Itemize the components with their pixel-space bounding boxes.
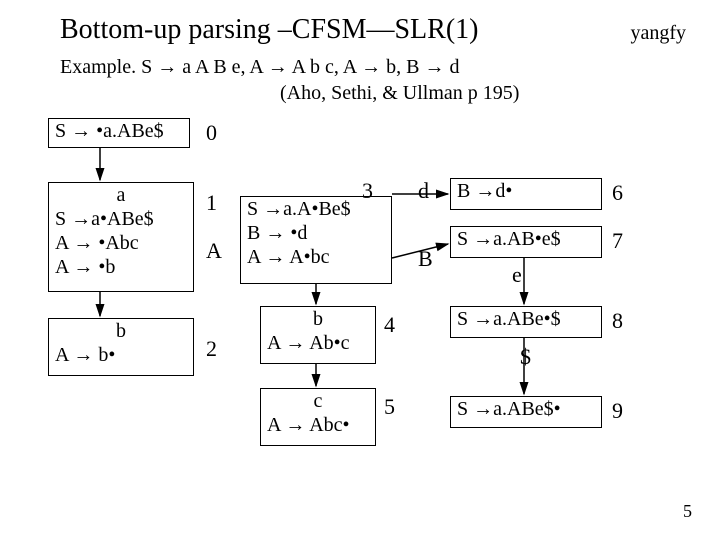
state-7-item: S →a.AB•e$ [451, 227, 601, 251]
author-label: yangfy [630, 22, 686, 45]
state-9-item: S →a.ABe$• [451, 397, 601, 421]
state-5-number: 5 [384, 394, 395, 420]
state-7-number: 7 [612, 228, 623, 254]
state-5-item: A → Abc• [261, 413, 375, 437]
state-2-box: b A → b• [48, 318, 194, 376]
state-2-item: A → b• [49, 343, 193, 367]
reference-citation: (Aho, Sethi, & Ullman p 195) [280, 82, 519, 105]
state-3-item-1: B → •d [241, 221, 391, 245]
state-1-anum: A [206, 238, 222, 264]
grammar-rules: Example. S → a A B e, A → A b c, A → b, … [60, 56, 459, 79]
state-6-item: B →d• [451, 179, 601, 203]
state-1-number: 1 [206, 190, 217, 216]
edge-label-B: B [418, 246, 433, 272]
state-1-item-0: S →a•ABe$ [49, 207, 193, 231]
state-1-item-2: A → •b [49, 255, 193, 279]
state-3-item-2: A → A•bc [241, 245, 391, 269]
state-1-item-1: A → •Abc [49, 231, 193, 255]
state-8-item: S →a.ABe•$ [451, 307, 601, 331]
state-0-box: S → •a.ABe$ [48, 118, 190, 148]
state-4-item: A → Ab•c [261, 331, 375, 355]
edge-label-dollar: $ [520, 344, 531, 370]
state-3-number: 3 [362, 178, 373, 204]
state-7-box: S →a.AB•e$ [450, 226, 602, 258]
state-2-head: b [49, 319, 193, 343]
state-4-head: b [261, 307, 375, 331]
state-8-number: 8 [612, 308, 623, 334]
state-9-box: S →a.ABe$• [450, 396, 602, 428]
state-3-box: S →a.A•Be$ B → •d A → A•bc [240, 196, 392, 284]
state-0-item: S → •a.ABe$ [49, 119, 189, 143]
state-1-box: a S →a•ABe$ A → •Abc A → •b [48, 182, 194, 292]
slide-title: Bottom-up parsing –CFSM—SLR(1) [60, 14, 478, 46]
state-4-box: b A → Ab•c [260, 306, 376, 364]
page-number: 5 [683, 501, 692, 522]
state-5-box: c A → Abc• [260, 388, 376, 446]
state-0-number: 0 [206, 120, 217, 146]
state-9-number: 9 [612, 398, 623, 424]
state-6-number: 6 [612, 180, 623, 206]
edge-label-e: e [512, 262, 522, 288]
edge-label-d: d [418, 178, 429, 204]
state-8-box: S →a.ABe•$ [450, 306, 602, 338]
state-5-head: c [261, 389, 375, 413]
state-6-box: B →d• [450, 178, 602, 210]
state-1-head: a [49, 183, 193, 207]
state-4-number: 4 [384, 312, 395, 338]
state-2-number: 2 [206, 336, 217, 362]
